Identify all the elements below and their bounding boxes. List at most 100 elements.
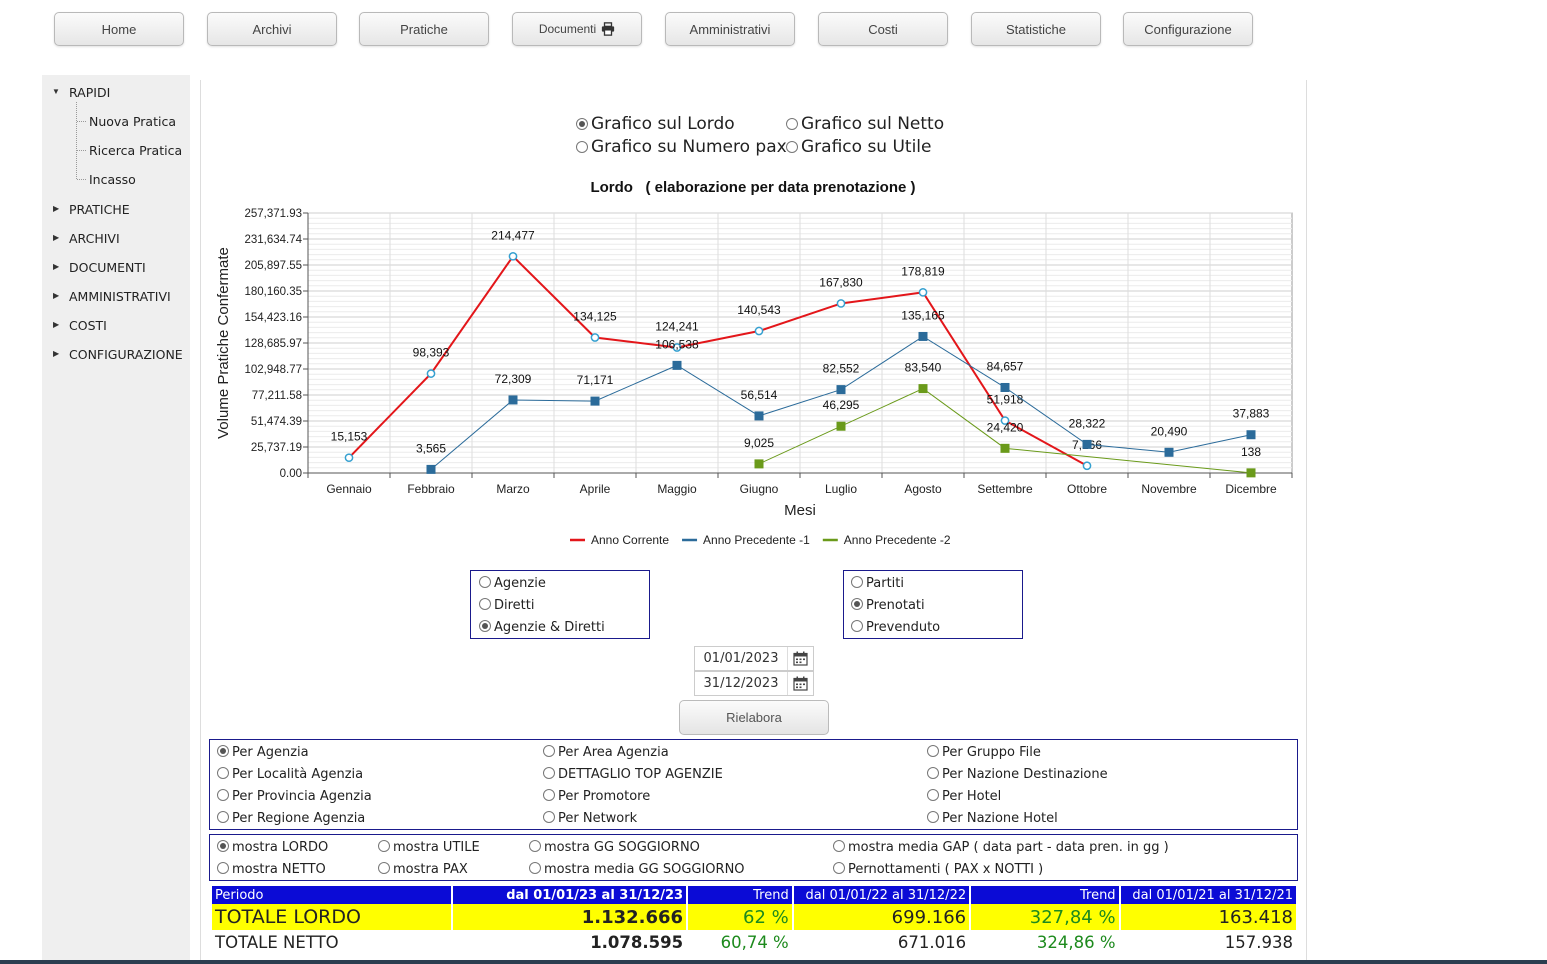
date-from-field xyxy=(694,646,814,671)
x-tick-label: Luglio xyxy=(825,482,857,496)
radio-button[interactable] xyxy=(217,745,229,757)
y-tick-label: 102,948.77 xyxy=(244,364,302,376)
group-per-agenzia[interactable]: Per Agenzia xyxy=(217,745,309,760)
radio-label: Per Promotore xyxy=(558,789,651,804)
group-per-nazione-hotel[interactable]: Per Nazione Hotel xyxy=(927,811,1058,826)
radio-button[interactable] xyxy=(833,862,845,874)
radio-button[interactable] xyxy=(217,767,229,779)
grouping-box: Per Agenzia Per Località Agenzia Per Pro… xyxy=(209,739,1298,830)
radio-button[interactable] xyxy=(543,745,555,757)
radio-button[interactable] xyxy=(851,620,863,632)
calendar-icon[interactable] xyxy=(787,672,813,695)
value-2023: 1.078.595 xyxy=(590,932,684,952)
table-row: TOTALE NETTO 1.078.595 60,74 % 671.016 3… xyxy=(212,930,1296,954)
radio-button[interactable] xyxy=(479,620,491,632)
radio-label: Prevenduto xyxy=(866,620,941,635)
radio-button[interactable] xyxy=(378,840,390,852)
display-mostra-pax[interactable]: mostra PAX xyxy=(378,862,468,877)
data-point-marker xyxy=(344,453,354,463)
radio-label: Per Località Agenzia xyxy=(232,767,364,782)
data-point-marker xyxy=(590,396,600,406)
display-mostra-utile[interactable]: mostra UTILE xyxy=(378,840,480,855)
radio-label: Prenotati xyxy=(866,598,925,613)
radio-button[interactable] xyxy=(851,598,863,610)
radio-button[interactable] xyxy=(529,840,541,852)
radio-button[interactable] xyxy=(543,789,555,801)
radio-button[interactable] xyxy=(217,789,229,801)
row-label: TOTALE LORDO xyxy=(212,904,451,930)
tipo-option-diretti[interactable]: Diretti xyxy=(479,598,535,613)
group-per-localita-agenzia[interactable]: Per Località Agenzia xyxy=(217,767,363,782)
x-tick-label: Giugno xyxy=(740,482,779,496)
row-label: TOTALE NETTO xyxy=(215,932,339,952)
data-label: 178,819 xyxy=(901,264,945,278)
radio-label: Per Agenzia xyxy=(232,745,309,760)
radio-button[interactable] xyxy=(927,789,939,801)
data-point-marker xyxy=(1000,443,1010,453)
group-per-nazione-destinazione[interactable]: Per Nazione Destinazione xyxy=(927,767,1108,782)
data-label: 72,309 xyxy=(495,372,532,386)
tipo-option-agenzie[interactable]: Agenzie xyxy=(479,576,546,591)
group-dettaglio-top-agenzie[interactable]: DETTAGLIO TOP AGENZIE xyxy=(543,767,723,782)
trend-value: 62 % xyxy=(688,904,792,930)
stato-option-prevenduto[interactable]: Prevenduto xyxy=(851,620,940,635)
radio-button[interactable] xyxy=(217,811,229,823)
radio-button[interactable] xyxy=(927,811,939,823)
radio-label: Per Nazione Hotel xyxy=(942,811,1058,826)
group-per-network[interactable]: Per Network xyxy=(543,811,637,826)
radio-button[interactable] xyxy=(217,840,229,852)
display-box: mostra LORDO mostra NETTO mostra UTILE m… xyxy=(209,834,1298,881)
radio-button[interactable] xyxy=(479,598,491,610)
radio-label: mostra UTILE xyxy=(393,840,480,855)
stato-option-partiti[interactable]: Partiti xyxy=(851,576,904,591)
display-mostra-netto[interactable]: mostra NETTO xyxy=(217,862,326,877)
y-tick-label: 128,685.97 xyxy=(244,338,302,350)
radio-label: mostra NETTO xyxy=(232,862,326,877)
data-point-marker xyxy=(1246,430,1256,440)
display-mostra-media-gg-soggiorno[interactable]: mostra media GG SOGGIORNO xyxy=(529,862,745,877)
radio-button[interactable] xyxy=(851,576,863,588)
radio-label: Diretti xyxy=(494,598,535,613)
data-point-marker xyxy=(918,384,928,394)
radio-button[interactable] xyxy=(543,811,555,823)
group-per-promotore[interactable]: Per Promotore xyxy=(543,789,650,804)
radio-button[interactable] xyxy=(479,576,491,588)
radio-button[interactable] xyxy=(378,862,390,874)
data-point-marker xyxy=(836,421,846,431)
data-point-marker xyxy=(918,331,928,341)
trend-value: 327,84 % xyxy=(971,904,1119,930)
display-pernottamenti[interactable]: Pernottamenti ( PAX x NOTTI ) xyxy=(833,862,1043,877)
data-point-marker xyxy=(590,333,600,342)
radio-button[interactable] xyxy=(543,767,555,779)
tipo-option-agenzie-diretti[interactable]: Agenzie & Diretti xyxy=(479,620,605,635)
data-label: 28,322 xyxy=(1069,416,1106,430)
y-tick-label: 0.00 xyxy=(280,468,302,480)
stato-option-prenotati[interactable]: Prenotati xyxy=(851,598,925,613)
radio-label: Agenzie & Diretti xyxy=(494,620,605,635)
radio-button[interactable] xyxy=(833,840,845,852)
data-point-marker xyxy=(508,395,518,405)
radio-button[interactable] xyxy=(217,862,229,874)
display-mostra-lordo[interactable]: mostra LORDO xyxy=(217,840,328,855)
radio-label: Per Hotel xyxy=(942,789,1002,804)
calendar-icon[interactable] xyxy=(787,647,813,670)
display-mostra-gg-soggiorno[interactable]: mostra GG SOGGIORNO xyxy=(529,840,700,855)
group-per-provincia-agenzia[interactable]: Per Provincia Agenzia xyxy=(217,789,372,804)
date-to-field xyxy=(694,671,814,696)
group-per-regione-agenzia[interactable]: Per Regione Agenzia xyxy=(217,811,365,826)
x-tick-label: Febbraio xyxy=(407,482,455,496)
date-from-input[interactable] xyxy=(695,647,787,670)
radio-label: mostra GG SOGGIORNO xyxy=(544,840,700,855)
y-tick-label: 25,737.19 xyxy=(251,442,302,454)
display-mostra-media-gap[interactable]: mostra media GAP ( data part - data pren… xyxy=(833,840,1169,855)
date-to-input[interactable] xyxy=(695,672,787,695)
group-per-area-agenzia[interactable]: Per Area Agenzia xyxy=(543,745,669,760)
group-per-gruppo-file[interactable]: Per Gruppo File xyxy=(927,745,1041,760)
data-label: 140,543 xyxy=(737,303,781,317)
radio-button[interactable] xyxy=(529,862,541,874)
group-per-hotel[interactable]: Per Hotel xyxy=(927,789,1001,804)
radio-button[interactable] xyxy=(927,745,939,757)
data-point-marker xyxy=(754,459,764,469)
radio-button[interactable] xyxy=(927,767,939,779)
rielabora-button[interactable]: Rielabora xyxy=(679,700,829,735)
